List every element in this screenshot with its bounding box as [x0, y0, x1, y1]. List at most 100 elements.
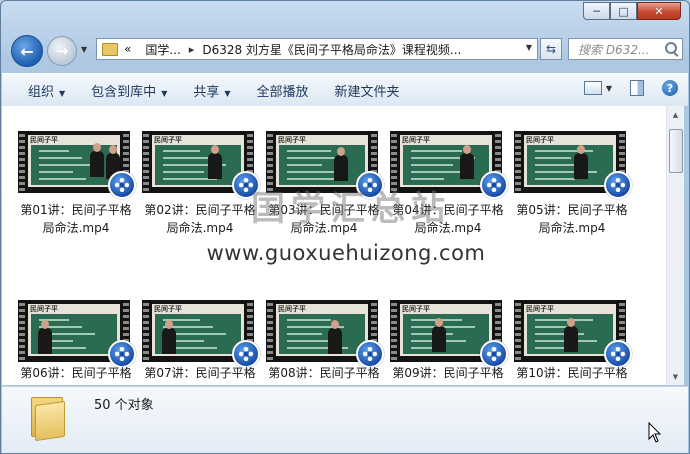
window-controls: ─ □ ✕ [583, 2, 681, 20]
scroll-down-icon[interactable]: ▼ [667, 368, 684, 385]
video-thumbnail[interactable]: 民间子平 [142, 300, 260, 368]
share-menu[interactable]: 共享 ▼ [193, 81, 230, 100]
minimize-button[interactable]: ─ [583, 2, 610, 20]
file-name-line1: 第06讲：民间子平格 [20, 366, 132, 380]
lecturer-figure [162, 320, 176, 354]
address-overflow-chevron[interactable]: « [124, 42, 131, 56]
lecturer-figure [574, 145, 588, 179]
film-strip-edge [515, 300, 521, 362]
title-bar: ─ □ ✕ [1, 1, 689, 29]
thumbnail-logo: 民间子平 [278, 136, 306, 144]
video-frame: 民间子平 [28, 135, 120, 187]
file-name: 第09讲：民间子平格 [386, 364, 510, 382]
file-name-line2: 局命法.mp4 [538, 221, 606, 235]
media-player-icon [604, 171, 632, 199]
breadcrumb-item-current[interactable]: D6328 刘方星《民间子平格局命法》课程视频... [202, 41, 461, 58]
back-button[interactable]: ← [11, 35, 43, 67]
folder-icon [31, 393, 65, 442]
file-name-line2: 局命法.mp4 [42, 221, 110, 235]
file-name-line1: 第07讲：民间子平格 [144, 366, 256, 380]
organize-label: 组织 [28, 84, 55, 100]
chalkboard [279, 145, 365, 185]
breadcrumb-separator-icon[interactable]: ▸ [189, 43, 195, 56]
lecturer-figure [208, 145, 222, 179]
video-frame: 民间子平 [28, 304, 120, 356]
share-label: 共享 [193, 84, 220, 100]
lecturer-figure [328, 320, 342, 354]
new-folder-button[interactable]: 新建文件夹 [335, 81, 400, 100]
play-all-button[interactable]: 全部播放 [257, 81, 309, 100]
recent-pages-dropdown[interactable]: ▼ [81, 45, 87, 54]
maximize-button[interactable]: □ [610, 2, 637, 20]
change-view-icon[interactable] [583, 81, 602, 95]
video-thumbnail[interactable]: 民间子平 [18, 300, 136, 368]
video-thumbnail[interactable]: 民间子平 [266, 300, 384, 368]
breadcrumb-item-guoxue[interactable]: 国学... [145, 41, 180, 58]
film-strip-edge [267, 300, 273, 362]
close-button[interactable]: ✕ [637, 2, 681, 20]
thumbnail-logo: 民间子平 [526, 136, 554, 144]
thumbnail-logo: 民间子平 [402, 136, 430, 144]
film-strip-edge [143, 300, 149, 362]
chevron-down-icon[interactable]: ▼ [606, 84, 612, 93]
chalkboard [31, 145, 117, 185]
include-in-library-menu[interactable]: 包含到库中 ▼ [91, 81, 167, 100]
file-name: 第07讲：民间子平格 [138, 364, 262, 382]
video-frame: 民间子平 [152, 304, 244, 356]
media-player-icon [108, 171, 136, 199]
lecturer-figure [432, 318, 446, 352]
watermark-url: www.guoxuehuizong.com [206, 241, 486, 265]
command-toolbar: 组织 ▼ 包含到库中 ▼ 共享 ▼ 全部播放 新建文件夹 ▼ ? [2, 73, 688, 107]
thumbnail-logo: 民间子平 [30, 136, 58, 144]
video-frame: 民间子平 [524, 135, 616, 187]
address-dropdown-icon[interactable]: ▼ [526, 43, 532, 52]
item-count: 50 个对象 [94, 398, 154, 413]
file-name: 第06讲：民间子平格 [14, 364, 138, 382]
scroll-thumb[interactable] [669, 129, 683, 173]
address-bar[interactable]: « 国学... ▸ D6328 刘方星《民间子平格局命法》课程视频... ▼ [96, 38, 538, 60]
thumbnail-logo: 民间子平 [526, 305, 554, 313]
file-name: 第10讲：民间子平格 [510, 364, 634, 382]
scroll-up-icon[interactable]: ▲ [667, 106, 684, 123]
arrow-left-icon: ← [20, 41, 34, 61]
chevron-down-icon: ▼ [161, 88, 168, 98]
thumbnail-logo: 民间子平 [154, 305, 182, 313]
preview-pane-icon[interactable] [630, 80, 644, 96]
arrow-right-icon: → [55, 42, 69, 60]
chevron-down-icon: ▼ [81, 45, 88, 54]
lecturer-figure [334, 147, 348, 181]
file-name-line1: 第10讲：民间子平格 [516, 366, 628, 380]
film-strip-edge [19, 300, 25, 362]
video-thumbnail[interactable]: 民间子平 [514, 300, 632, 368]
file-name-line1: 第09讲：民间子平格 [392, 366, 504, 380]
file-name-line1: 第01讲：民间子平格 [20, 203, 132, 217]
video-frame: 民间子平 [400, 135, 492, 187]
folder-icon [102, 42, 118, 56]
forward-button[interactable]: → [47, 36, 77, 66]
file-name: 第08讲：民间子平格 [262, 364, 386, 382]
help-icon[interactable]: ? [662, 80, 678, 96]
explorer-window: ─ □ ✕ ← → ▼ « 国学... ▸ D6328 刘方星《民间子平格局命法… [0, 0, 690, 454]
video-thumbnail[interactable]: 民间子平 [18, 131, 136, 199]
video-frame: 民间子平 [524, 304, 616, 356]
video-frame: 民间子平 [276, 304, 368, 356]
include-in-library-label: 包含到库中 [91, 84, 157, 100]
file-name-line1: 第08讲：民间子平格 [268, 366, 380, 380]
organize-menu[interactable]: 组织 ▼ [28, 81, 65, 100]
search-input[interactable]: 搜索 D632... [568, 38, 683, 60]
video-thumbnail[interactable]: 民间子平 [390, 300, 508, 368]
thumbnail-logo: 民间子平 [30, 305, 58, 313]
file-name: 第05讲：民间子平格 局命法.mp4 [510, 201, 634, 237]
chalkboard [527, 145, 613, 185]
navigation-bar: ← → ▼ « 国学... ▸ D6328 刘方星《民间子平格局命法》课程视频.… [1, 29, 689, 71]
lecturer-figure [460, 145, 474, 179]
refresh-button[interactable]: ⇆ [540, 38, 562, 60]
search-placeholder: 搜索 D632... [578, 43, 650, 57]
watermark-title: 国学汇总站 [251, 189, 451, 229]
thumbnail-logo: 民间子平 [278, 305, 306, 313]
toolbar-right-group: ▼ ? [583, 80, 678, 96]
file-name-line1: 第05讲：民间子平格 [516, 203, 628, 217]
video-frame: 民间子平 [152, 135, 244, 187]
video-thumbnail[interactable]: 民间子平 [514, 131, 632, 199]
chevron-down-icon: ▼ [59, 88, 66, 98]
